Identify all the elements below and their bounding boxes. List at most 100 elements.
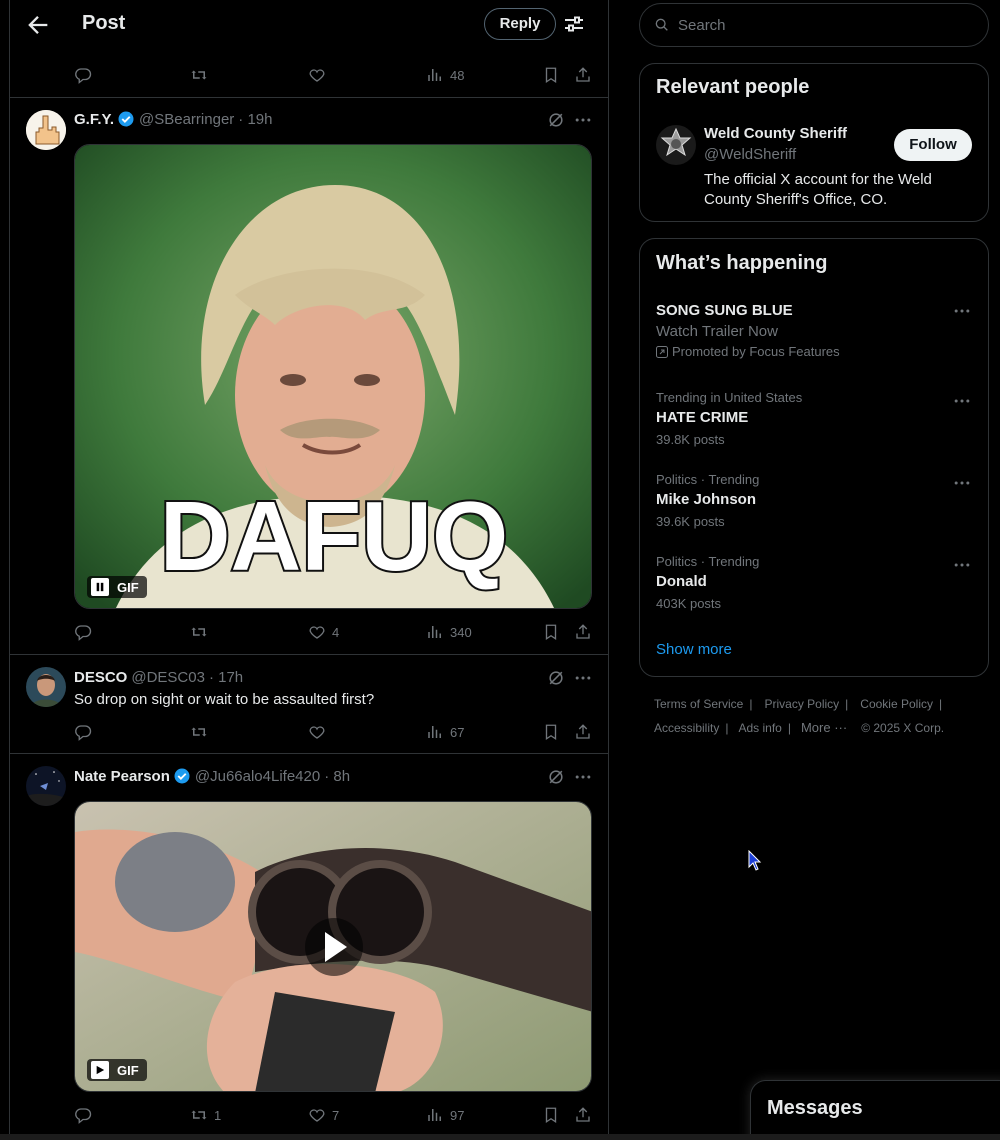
sheriff-handle[interactable]: @WeldSheriff [704,146,796,163]
accessibility-link[interactable]: Accessibility [654,721,719,735]
reply-action[interactable] [74,722,92,742]
reply-action[interactable] [74,622,92,642]
mouse-cursor-icon [748,850,762,871]
like-action[interactable] [308,722,326,742]
reply-action[interactable] [74,1105,92,1125]
author-handle[interactable]: @DESC03 [131,669,205,686]
repost-icon [191,70,207,80]
repost-action[interactable] [190,622,208,642]
promoted-line: Promoted by Focus Features [656,344,976,359]
trend-item[interactable]: Trending in United States HATE CRIME 39.… [656,390,976,447]
terms-link[interactable]: Terms of Service [654,697,743,711]
more-options-icon[interactable] [573,668,593,688]
post-time[interactable]: · 17h [209,669,243,686]
filter-settings-button[interactable] [562,12,586,36]
reply-icon [75,68,92,84]
bookmark-action[interactable] [542,65,560,85]
messages-drawer[interactable]: Messages [750,1080,1000,1140]
grok-icon[interactable] [546,767,566,787]
gif-caption-text: DAFUQ [160,481,508,591]
post-gfy[interactable]: G.F.Y. @SBearringer · 19h DAFUQ GIF 4 34… [10,98,608,654]
trend-count: 39.8K posts [656,432,725,447]
post-text: So drop on sight or wait to be assaulted… [74,691,375,708]
author-handle[interactable]: @Ju66alo4Life420 [195,768,320,785]
avatar[interactable] [26,766,66,806]
trend-count: 403K posts [656,596,722,611]
more-options-icon[interactable] [573,110,593,130]
main-timeline-column: Post Reply 48 G.F.Y. @SBearringer · 19h … [9,0,609,1140]
author-name[interactable]: DESCO [74,669,127,686]
like-action[interactable]: 7 [308,1105,339,1125]
share-action[interactable] [574,65,592,85]
more-options-icon[interactable] [952,555,972,575]
gif-media[interactable]: DAFUQ GIF [74,144,592,609]
pause-icon[interactable] [91,578,109,596]
reply-button[interactable]: Reply [484,8,556,40]
views-count: 340 [450,624,472,640]
views-action[interactable]: 48 [426,65,464,85]
repost-action[interactable] [190,65,208,85]
show-more-link[interactable]: Show more [656,641,732,658]
author-name[interactable]: G.F.Y. [74,111,114,128]
gif-badge[interactable]: GIF [87,576,147,598]
promoted-trend[interactable]: SONG SUNG BLUE Watch Trailer Now Promote… [656,302,976,359]
cookie-link[interactable]: Cookie Policy [860,697,933,711]
reply-icon [75,625,92,641]
more-options-icon[interactable] [573,767,593,787]
post-time[interactable]: · 8h [324,768,350,785]
sheriff-name[interactable]: Weld County Sheriff [704,125,847,142]
post-nate-pearson[interactable]: Nate Pearson @Ju66alo4Life420 · 8h GIF 1… [10,754,608,1140]
like-action[interactable]: 4 [308,622,339,642]
more-link[interactable]: More ··· [801,720,847,735]
whats-happening-title: What’s happening [656,252,828,274]
sheriff-badge-icon [656,125,696,165]
trend-item[interactable]: Politics · Trending Mike Johnson 39.6K p… [656,472,976,529]
reply-action[interactable] [74,65,92,85]
repost-icon [191,627,207,637]
author-handle[interactable]: @SBearringer [139,111,234,128]
share-action[interactable] [574,1105,592,1125]
bookmark-action[interactable] [542,1105,560,1125]
avatar[interactable] [26,110,66,150]
views-action[interactable]: 340 [426,622,472,642]
avatar[interactable] [26,667,66,707]
bookmark-action[interactable] [542,622,560,642]
search-input[interactable] [678,16,968,34]
repost-count: 1 [214,1107,222,1123]
post-time[interactable]: · 19h [238,111,272,128]
gif-badge[interactable]: GIF [87,1059,147,1081]
views-action[interactable]: 97 [426,1105,464,1125]
search-box[interactable] [639,3,989,47]
play-small-icon[interactable] [91,1061,109,1079]
grok-icon[interactable] [546,110,566,130]
back-button[interactable] [24,11,52,39]
share-action[interactable] [574,722,592,742]
ads-info-link[interactable]: Ads info [738,721,781,735]
more-options-icon[interactable] [952,391,972,411]
post-desco[interactable]: DESCO @DESC03 · 17h So drop on sight or … [10,655,608,753]
night-sky-avatar-icon [26,766,66,806]
views-action[interactable]: 67 [426,722,464,742]
grok-icon[interactable] [546,668,566,688]
author-name[interactable]: Nate Pearson [74,768,170,785]
repost-action[interactable] [190,722,208,742]
privacy-link[interactable]: Privacy Policy [764,697,839,711]
share-action[interactable] [574,622,592,642]
verified-badge-icon [174,768,190,784]
like-action[interactable] [308,65,326,85]
more-options-icon[interactable] [952,301,972,321]
analytics-icon [428,726,441,738]
sheriff-avatar[interactable] [656,125,696,165]
analytics-icon [428,1109,441,1121]
gif-media[interactable]: GIF [74,801,592,1092]
more-options-icon[interactable] [952,473,972,493]
post-actions: 67 [74,722,594,742]
user-photo-avatar-icon [26,667,66,707]
repost-action[interactable]: 1 [190,1105,221,1125]
share-icon [576,724,590,739]
repost-icon [191,1110,207,1120]
trend-item[interactable]: Politics · Trending Donald 403K posts [656,554,976,611]
messages-title: Messages [767,1097,863,1119]
bookmark-action[interactable] [542,722,560,742]
follow-button[interactable]: Follow [894,129,972,161]
